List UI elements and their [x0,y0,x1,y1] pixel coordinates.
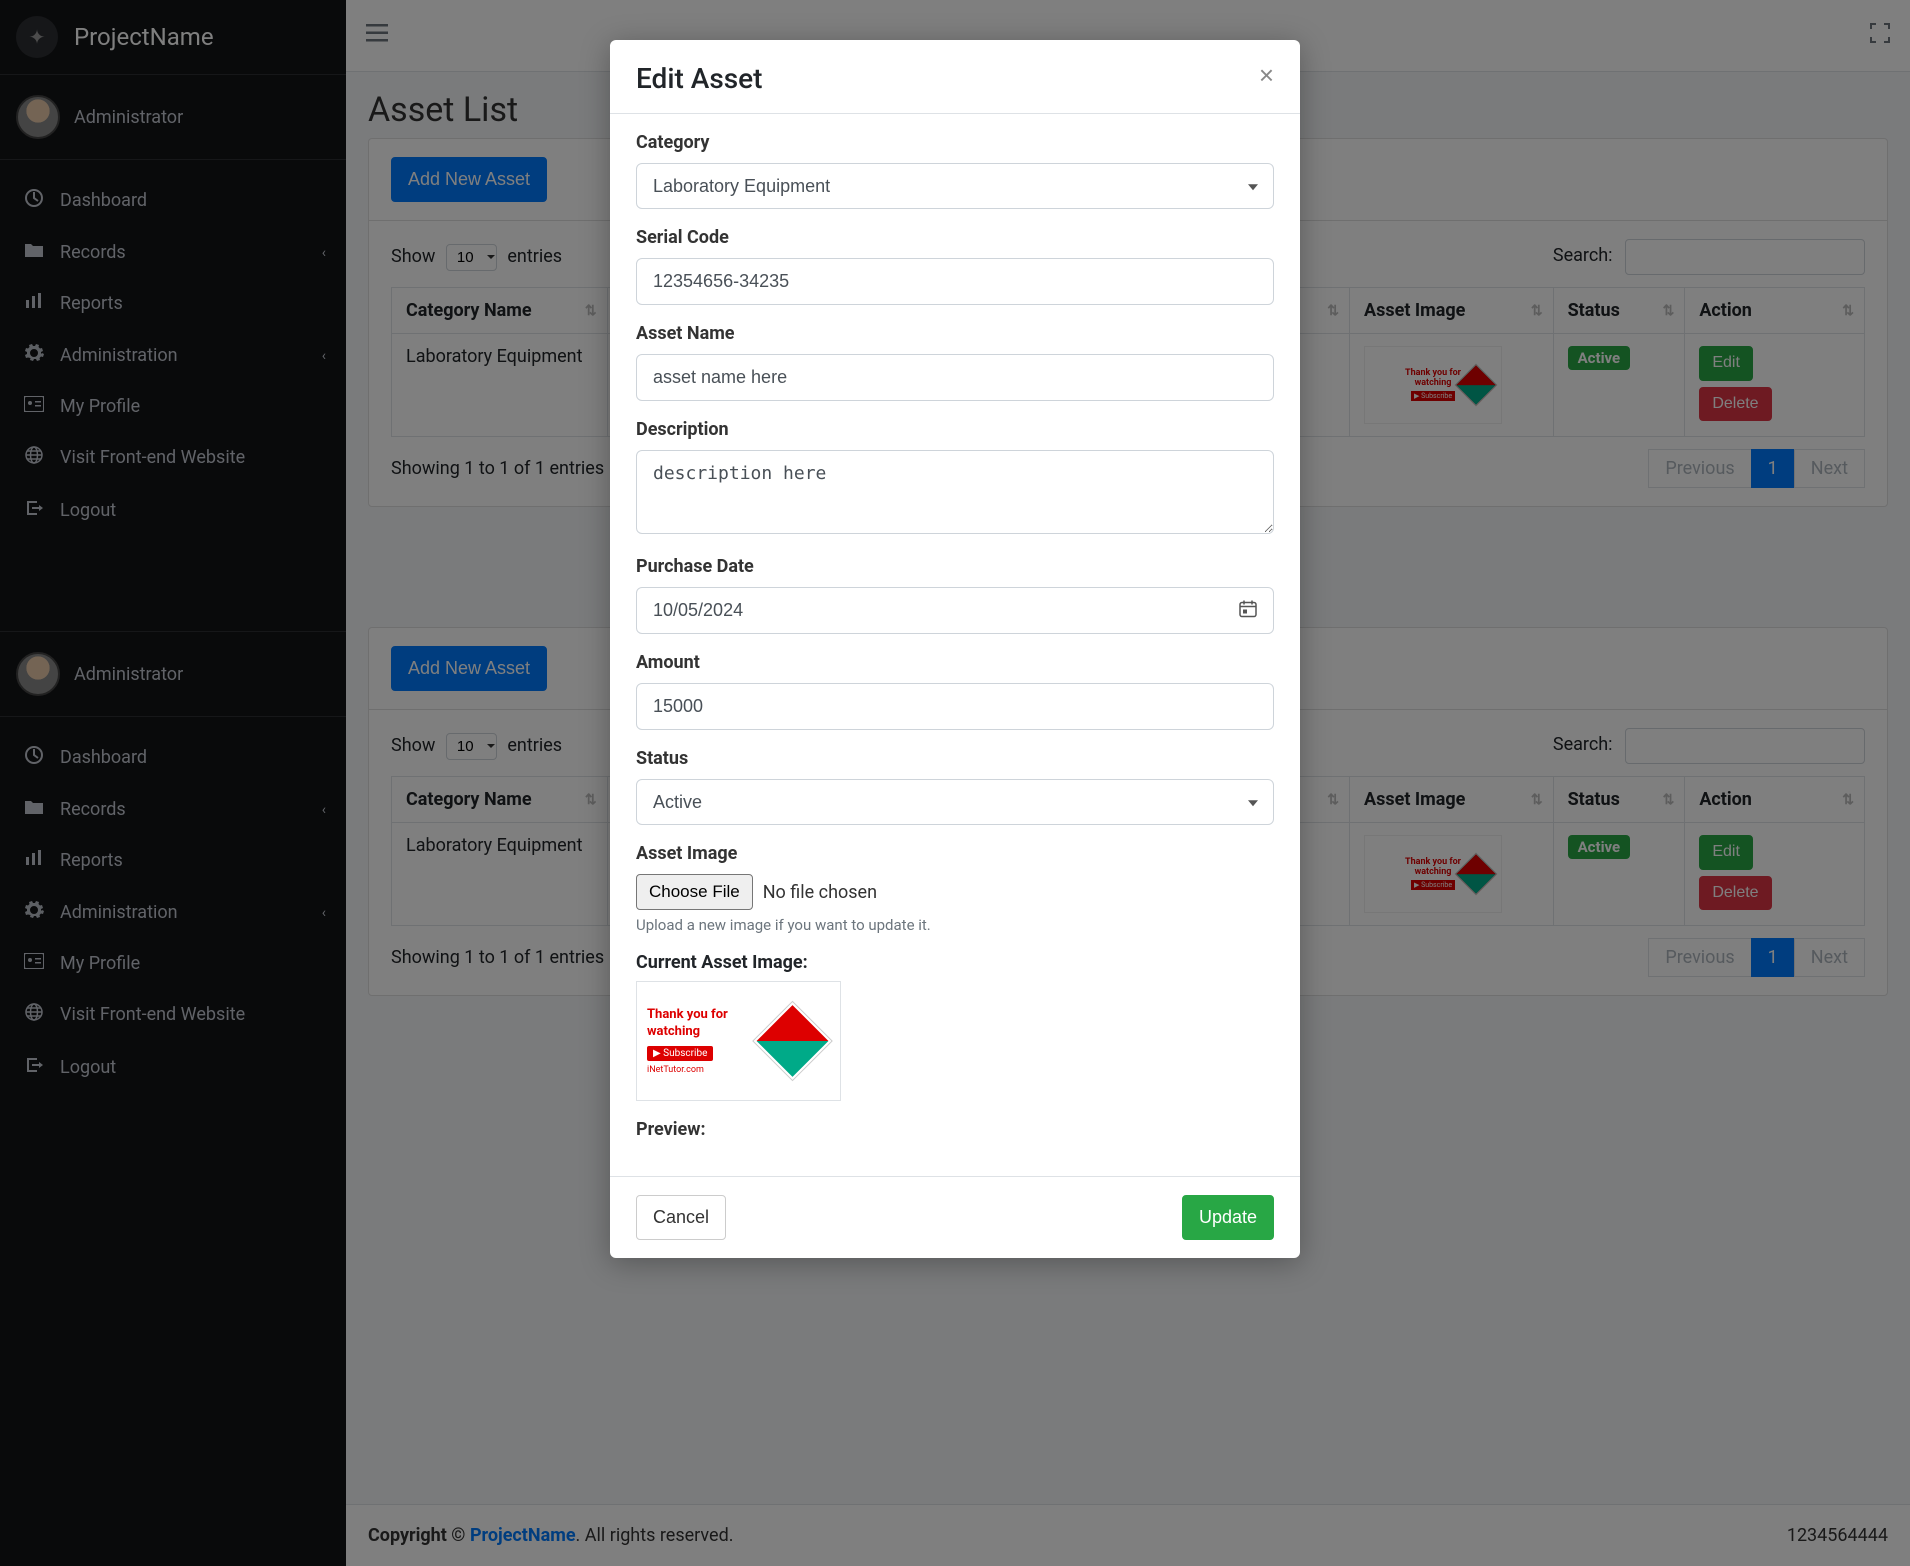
calendar-icon[interactable] [1238,598,1258,623]
amount-input[interactable] [636,683,1274,730]
amount-label: Amount [636,652,1274,673]
preview-label: Preview: [636,1119,1274,1140]
current-asset-image: Thank you forwatching ▶ Subscribe iNetTu… [636,981,841,1101]
description-label: Description [636,419,1274,440]
choose-file-button[interactable]: Choose File [636,874,753,910]
asset-name-label: Asset Name [636,323,1274,344]
status-select[interactable]: Active [636,779,1274,825]
status-label: Status [636,748,1274,769]
purchase-date-input[interactable] [636,587,1274,634]
cancel-button[interactable]: Cancel [636,1195,726,1240]
close-icon[interactable]: × [1259,62,1274,88]
purchase-date-label: Purchase Date [636,556,1274,577]
file-status: No file chosen [763,882,877,903]
category-label: Category [636,132,1274,153]
file-help-text: Upload a new image if you want to update… [636,916,1274,934]
diamond-icon [754,1002,832,1080]
category-select[interactable]: Laboratory Equipment [636,163,1274,209]
modal-footer: Cancel Update [610,1176,1300,1258]
modal-title: Edit Asset [636,62,762,95]
modal-overlay[interactable]: Edit Asset × Category Laboratory Equipme… [0,0,1910,1566]
asset-image-label: Asset Image [636,843,1274,864]
update-button[interactable]: Update [1182,1195,1274,1240]
serial-input[interactable] [636,258,1274,305]
edit-asset-modal: Edit Asset × Category Laboratory Equipme… [610,40,1300,1258]
description-textarea[interactable]: description here [636,450,1274,534]
modal-body: Category Laboratory Equipment Serial Cod… [610,114,1300,1176]
modal-header: Edit Asset × [610,40,1300,114]
current-image-label: Current Asset Image: [636,952,1274,973]
serial-label: Serial Code [636,227,1274,248]
asset-name-input[interactable] [636,354,1274,401]
